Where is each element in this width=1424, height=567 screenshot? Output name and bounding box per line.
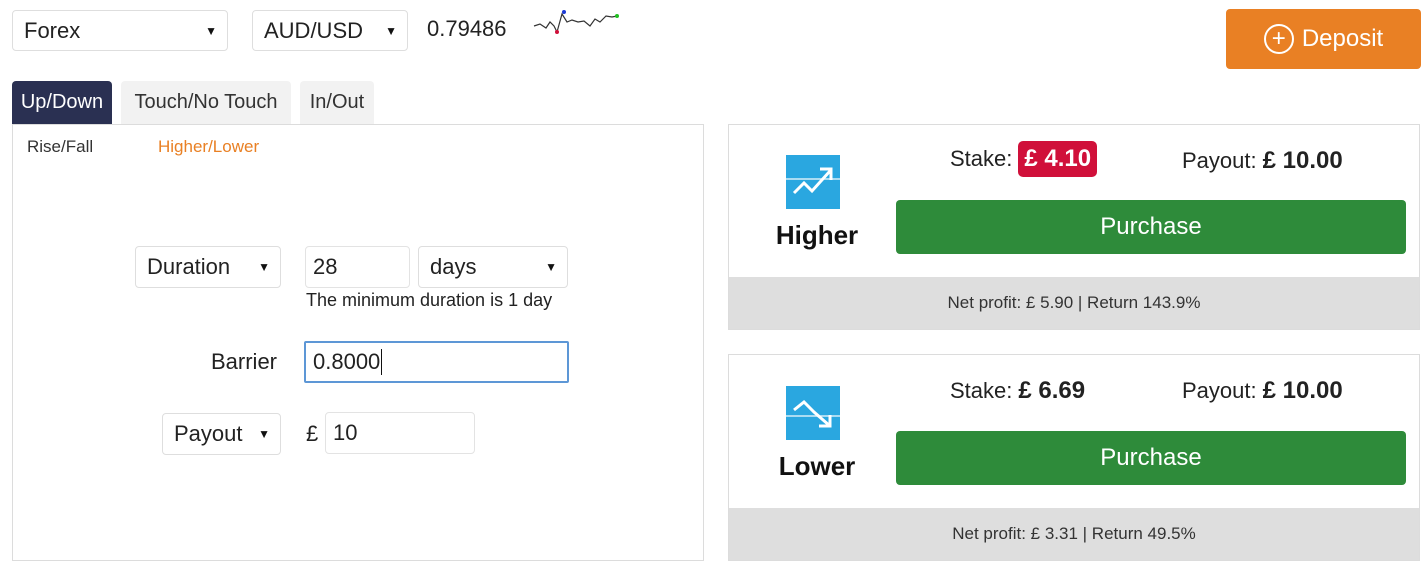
payout-value: £ 10.00: [1262, 147, 1343, 174]
duration-hint: The minimum duration is 1 day: [306, 290, 553, 310]
stake-label: Stake:: [950, 378, 1013, 403]
stake-info: Stake: £ 6.69: [950, 377, 1085, 405]
barrier-value: 0.8000: [313, 349, 381, 374]
duration-unit-select[interactable]: days ▼: [418, 246, 568, 288]
plus-circle-icon: +: [1263, 24, 1294, 54]
tab-label: Touch/No Touch: [134, 91, 278, 113]
sparkline-chart: [533, 10, 619, 34]
chevron-down-icon: ▼: [258, 260, 270, 274]
profit-summary-text: Net profit: £ 3.31 | Return 49.5%: [952, 524, 1196, 543]
tab-up-down[interactable]: Up/Down: [12, 81, 112, 124]
amount-type-select[interactable]: Payout ▼: [162, 413, 281, 455]
trend-up-icon: [786, 155, 840, 209]
market-select-value: Forex: [24, 17, 81, 43]
chevron-down-icon: ▼: [258, 427, 270, 441]
payout-label: Payout:: [1182, 378, 1257, 403]
payout-info: Payout: £ 10.00: [1182, 377, 1343, 405]
purchase-button-label: Purchase: [1100, 213, 1202, 240]
subtab-higher-lower[interactable]: Higher/Lower: [158, 137, 259, 157]
direction-label: Lower: [778, 451, 856, 481]
sparkline-last-marker: [615, 14, 619, 18]
purchase-button-label: Purchase: [1100, 444, 1202, 471]
sparkline-high-marker: [562, 10, 566, 14]
profit-summary: Net profit: £ 3.31 | Return 49.5%: [729, 508, 1419, 560]
trend-down-icon: [786, 386, 840, 440]
chevron-down-icon: ▼: [385, 23, 397, 38]
payout-label: Payout:: [1182, 148, 1257, 173]
purchase-higher-button[interactable]: Purchase: [896, 200, 1406, 254]
text-cursor: [381, 349, 383, 375]
amount-type-value: Payout: [174, 421, 243, 446]
stake-value: £ 6.69: [1018, 377, 1086, 404]
duration-type-value: Duration: [147, 254, 231, 279]
deposit-button-label: Deposit: [1301, 25, 1384, 52]
barrier-input[interactable]: 0.8000: [304, 341, 569, 383]
profit-summary: Net profit: £ 5.90 | Return 143.9%: [729, 277, 1419, 329]
payout-info: Payout: £ 10.00: [1182, 147, 1343, 175]
tab-label: In/Out: [309, 91, 365, 113]
tab-label: Up/Down: [20, 91, 104, 113]
duration-amount-value: 28: [313, 254, 338, 279]
tab-touch-no-touch[interactable]: Touch/No Touch: [121, 81, 291, 124]
barrier-label: Barrier: [211, 349, 278, 374]
purchase-lower-button[interactable]: Purchase: [896, 431, 1406, 485]
chevron-down-icon: ▼: [545, 260, 557, 274]
profit-summary-text: Net profit: £ 5.90 | Return 143.9%: [947, 293, 1201, 312]
chevron-down-icon: ▼: [205, 23, 217, 38]
spot-price: 0.79486: [427, 16, 507, 41]
tab-in-out[interactable]: In/Out: [300, 81, 374, 124]
contract-card-higher: Higher Stake: £ 4.10 Payout: £ 10.00 Pur…: [728, 124, 1420, 330]
subtab-rise-fall[interactable]: Rise/Fall: [27, 137, 93, 157]
contract-card-lower: Lower Stake: £ 6.69 Payout: £ 10.00 Purc…: [728, 354, 1420, 561]
stake-label: Stake:: [950, 146, 1013, 171]
symbol-select-value: AUD/USD: [264, 17, 364, 43]
stake-value: £ 4.10: [1018, 141, 1098, 177]
currency-symbol: £: [306, 421, 319, 446]
duration-type-select[interactable]: Duration ▼: [135, 246, 281, 288]
duration-amount-input[interactable]: 28: [305, 246, 410, 288]
deposit-button[interactable]: + Deposit: [1226, 9, 1421, 69]
sparkline-low-marker: [555, 30, 559, 34]
duration-unit-value: days: [430, 254, 477, 279]
market-select[interactable]: Forex ▼: [12, 10, 228, 51]
amount-input[interactable]: 10: [325, 412, 475, 454]
payout-value: £ 10.00: [1262, 377, 1343, 404]
stake-info: Stake: £ 4.10: [950, 141, 1098, 177]
amount-value: 10: [333, 420, 358, 445]
direction-label: Higher: [775, 220, 859, 250]
symbol-select[interactable]: AUD/USD ▼: [252, 10, 408, 51]
